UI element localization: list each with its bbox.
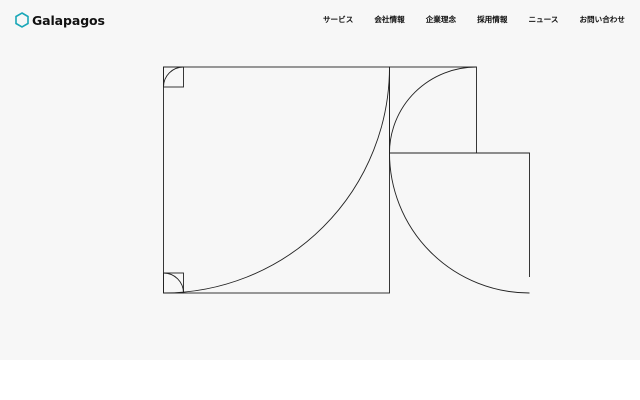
artwork-right-frame <box>389 152 530 277</box>
artwork-quarter-arc-medium <box>389 152 530 294</box>
artwork-quarter-arc-large <box>163 66 390 294</box>
artwork-corner-arc-top <box>163 66 184 88</box>
hero-geometric-artwork <box>163 66 530 294</box>
artwork-quarter-arc-small <box>389 66 477 154</box>
artwork-small-square <box>389 66 477 154</box>
content-below-hero <box>0 360 640 400</box>
artwork-large-square <box>163 66 390 294</box>
artwork-corner-arc-bottom <box>163 272 184 294</box>
